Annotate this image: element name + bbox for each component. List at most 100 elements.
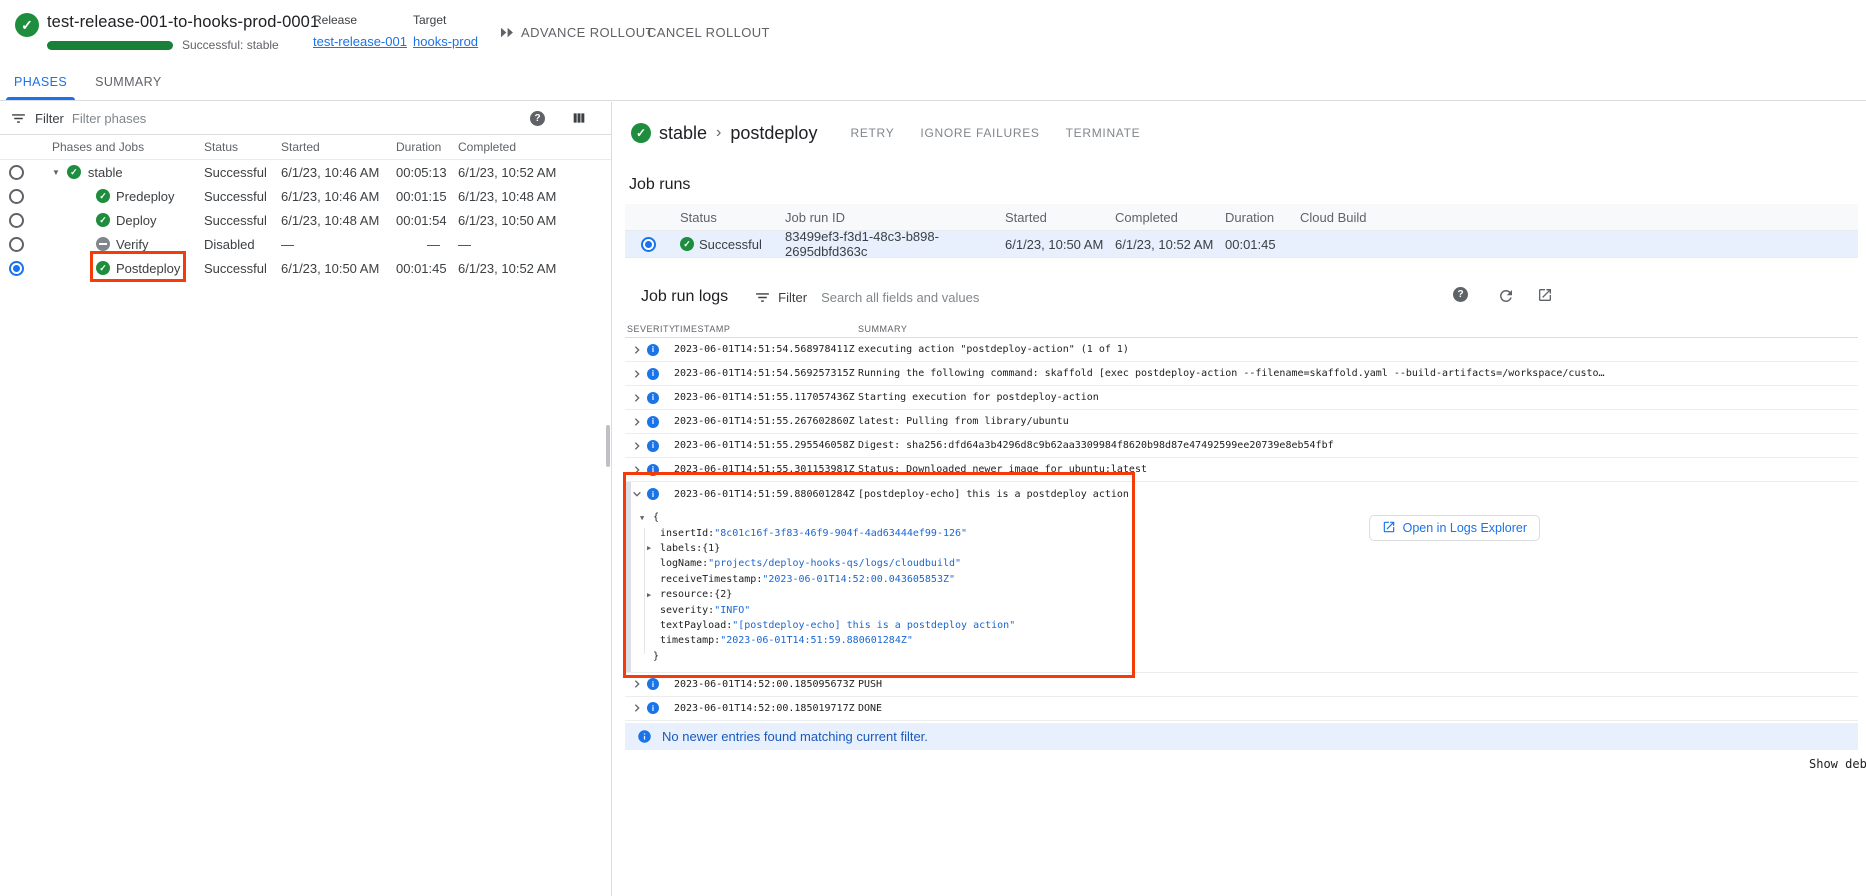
expand-toggle-icon[interactable]: ▶	[647, 591, 660, 599]
json-line: receiveTimestamp: "2023-06-01T14:52:00.0…	[647, 572, 1858, 587]
release-meta: Release test-release-001	[313, 13, 407, 49]
phase-status: Successful	[204, 189, 281, 204]
info-severity-icon: i	[647, 344, 659, 356]
phase-started: 6/1/23, 10:50 AM	[281, 261, 396, 276]
phases-column-header: Phases and Jobs	[46, 140, 204, 154]
disabled-icon	[96, 237, 110, 251]
logs-filter-icon[interactable]	[754, 289, 771, 306]
expand-chevron-icon[interactable]	[632, 703, 642, 713]
breadcrumb-separator-icon: ›	[716, 124, 721, 142]
job-run-row[interactable]: ✓Successful83499ef3-f3d1-48c3-b898-2695d…	[625, 231, 1858, 258]
table-row-predeploy[interactable]: ✓PredeploySuccessful6/1/23, 10:46 AM00:0…	[0, 184, 611, 208]
row-radio-predeploy[interactable]	[9, 189, 24, 204]
ignore-failures-button[interactable]: IGNORE FAILURES	[907, 120, 1052, 146]
tab-phases[interactable]: PHASES	[0, 64, 81, 100]
log-timestamp: 2023-06-01T14:51:55.267602860Z	[674, 416, 858, 427]
log-entry[interactable]: i2023-06-01T14:51:55.267602860Zlatest: P…	[625, 410, 1858, 434]
log-entry[interactable]: i2023-06-01T14:51:54.569257315ZRunning t…	[625, 362, 1858, 386]
table-row-deploy[interactable]: ✓DeploySuccessful6/1/23, 10:48 AM00:01:5…	[0, 208, 611, 232]
release-link[interactable]: test-release-001	[313, 34, 407, 49]
table-row-stable[interactable]: ▼✓stableSuccessful6/1/23, 10:46 AM00:05:…	[0, 160, 611, 184]
json-key: timestamp:	[660, 635, 720, 646]
log-entry[interactable]: i 2023-06-01T14:51:54.568978411Zexecuting…	[625, 338, 1858, 362]
log-summary: Starting execution for postdeploy-action	[858, 392, 1858, 403]
collapse-toggle-icon[interactable]: ▼	[640, 514, 653, 522]
json-key: insertId:	[660, 528, 714, 539]
job-run-status: Successful	[699, 237, 762, 252]
table-row-verify[interactable]: VerifyDisabled———	[0, 232, 611, 256]
phase-status: Successful	[204, 261, 281, 276]
json-line: ▼{	[640, 510, 1858, 525]
logs-search-input[interactable]	[821, 290, 1241, 305]
phases-table-body: ▼✓stableSuccessful6/1/23, 10:46 AM00:05:…	[0, 160, 611, 280]
log-entry-expanded: i2023-06-01T14:51:59.880601284Z[postdepl…	[625, 482, 1858, 673]
json-line: timestamp: "2023-06-01T14:51:59.88060128…	[647, 633, 1858, 648]
row-radio-deploy[interactable]	[9, 213, 24, 228]
logs-help-icon[interactable]: ?	[1453, 287, 1468, 302]
expand-chevron-icon[interactable]	[632, 417, 642, 427]
log-json-payload: ▼{insertId: "8c01c16f-3f83-46f9-904f-4ad…	[625, 506, 1858, 673]
open-in-new-icon[interactable]	[1537, 287, 1553, 303]
job-run-logs-title: Job run logs	[641, 288, 728, 306]
job-runs-column-header: Duration	[1225, 210, 1300, 225]
expand-chevron-icon[interactable]	[632, 679, 642, 689]
phase-duration: —	[396, 237, 458, 252]
row-radio-stable[interactable]	[9, 165, 24, 180]
row-radio-verify[interactable]	[9, 237, 24, 252]
log-timestamp: 2023-06-01T14:51:55.301153981Z	[674, 464, 858, 475]
json-key: severity:	[660, 605, 714, 616]
job-detail-header: ✓ stable › postdeploy RETRYIGNORE FAILUR…	[631, 120, 1866, 146]
log-timestamp: 2023-06-01T14:52:00.185095673Z	[674, 679, 858, 690]
show-debug-link[interactable]: Show debug p	[1809, 757, 1858, 771]
log-timestamp: 2023-06-01T14:51:54.569257315Z	[674, 368, 858, 379]
terminate-button[interactable]: TERMINATE	[1053, 120, 1154, 146]
scrollbar-thumb[interactable]	[606, 425, 610, 467]
open-in-new-icon	[1382, 520, 1396, 537]
cancel-rollout-button[interactable]: CANCEL ROLLOUT	[637, 19, 780, 46]
table-row-postdeploy[interactable]: ✓PostdeploySuccessful6/1/23, 10:50 AM00:…	[0, 256, 611, 280]
retry-button[interactable]: RETRY	[837, 120, 907, 146]
advance-rollout-label: ADVANCE ROLLOUT	[521, 25, 654, 40]
expand-chevron-icon[interactable]	[632, 369, 642, 379]
success-icon: ✓	[96, 261, 110, 275]
phases-panel: Filter ? Phases and JobsStatusStartedDur…	[0, 102, 612, 896]
cancel-rollout-label: CANCEL ROLLOUT	[647, 25, 770, 40]
job-run-radio[interactable]	[641, 237, 656, 252]
log-entry[interactable]: i2023-06-01T14:51:55.295546058ZDigest: s…	[625, 434, 1858, 458]
tab-summary[interactable]: SUMMARY	[81, 64, 175, 100]
phase-job-name: stable	[88, 165, 123, 180]
open-in-logs-explorer-button[interactable]: Open in Logs Explorer	[1369, 515, 1540, 541]
log-summary: executing action "postdeploy-action" (1 …	[858, 344, 1858, 355]
phase-success-icon: ✓	[631, 123, 651, 143]
job-runs-table: StatusJob run IDStartedCompletedDuration…	[625, 204, 1858, 258]
log-entry[interactable]: i2023-06-01T14:51:55.301153981ZStatus: D…	[625, 458, 1858, 482]
json-value: "[postdeploy-echo] this is a postdeploy …	[732, 620, 1015, 631]
log-entry[interactable]: i2023-06-01T14:51:55.117057436ZStarting …	[625, 386, 1858, 410]
collapse-chevron-icon[interactable]	[632, 489, 642, 499]
phase-duration: 00:01:45	[396, 261, 458, 276]
log-entry[interactable]: i2023-06-01T14:51:59.880601284Z[postdepl…	[625, 482, 1858, 506]
phases-column-header: Status	[204, 140, 281, 154]
job-run-duration: 00:01:45	[1225, 237, 1300, 252]
row-radio-postdeploy[interactable]	[9, 261, 24, 276]
column-settings-icon[interactable]	[571, 110, 587, 126]
expand-chevron-icon[interactable]	[632, 465, 642, 475]
expand-toggle-icon[interactable]: ▶	[647, 544, 660, 552]
log-entry[interactable]: i2023-06-01T14:52:00.185095673ZPUSH	[625, 673, 1858, 697]
json-line: textPayload: "[postdeploy-echo] this is …	[647, 618, 1858, 633]
json-line: ▶labels: {1}	[647, 541, 1858, 556]
log-timestamp: 2023-06-01T14:51:54.568978411Z	[674, 344, 858, 355]
filter-phases-input[interactable]	[72, 111, 522, 126]
expand-chevron-icon[interactable]	[632, 441, 642, 451]
expand-chevron-icon[interactable]	[632, 345, 642, 355]
refresh-icon[interactable]	[1497, 287, 1515, 305]
target-link[interactable]: hooks-prod	[413, 34, 478, 49]
collapse-arrow-icon[interactable]: ▼	[52, 168, 60, 177]
phases-help-icon[interactable]: ?	[530, 111, 545, 126]
expand-chevron-icon[interactable]	[632, 393, 642, 403]
log-entry[interactable]: i2023-06-01T14:52:00.185019717ZDONE	[625, 697, 1858, 721]
json-key: labels:	[660, 543, 702, 554]
phases-column-header: Duration	[396, 140, 458, 154]
log-summary: latest: Pulling from library/ubuntu	[858, 416, 1858, 427]
phases-column-header: Started	[281, 140, 396, 154]
